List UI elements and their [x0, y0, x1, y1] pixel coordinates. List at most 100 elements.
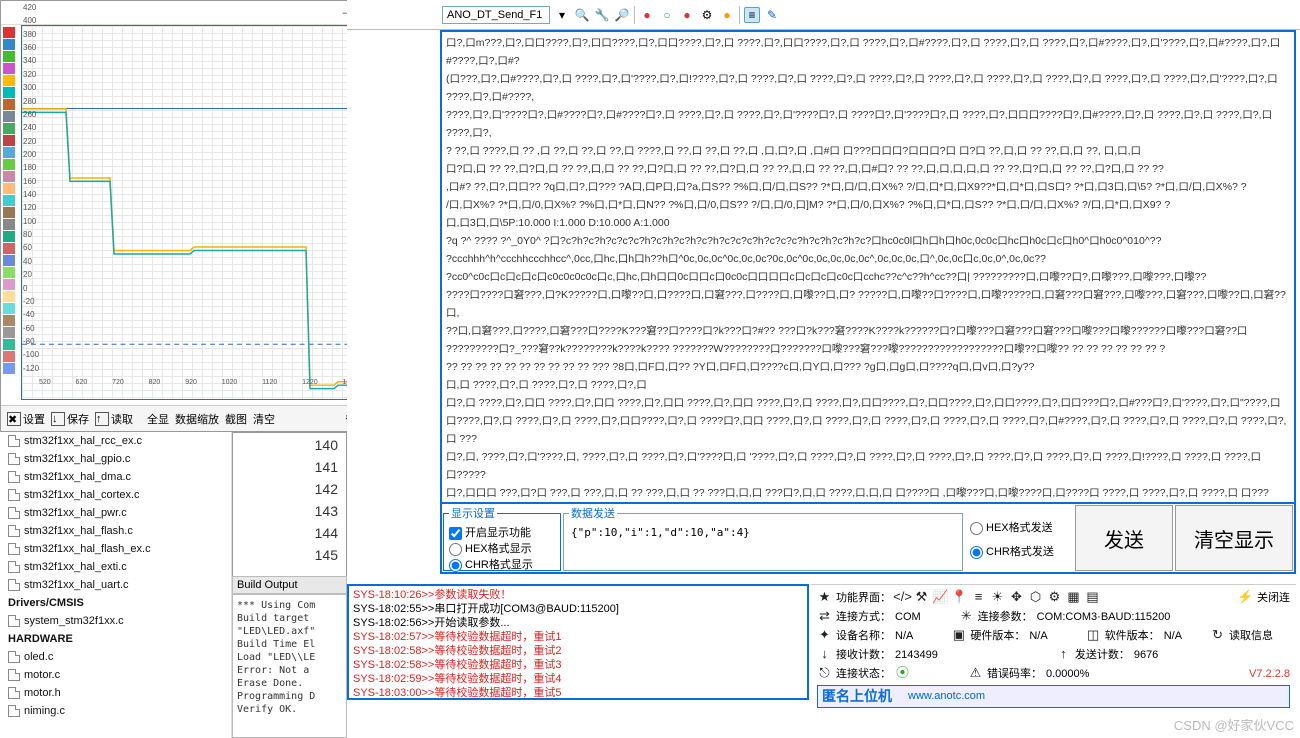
tree-file[interactable]: motor.h — [0, 684, 231, 702]
channel-color-swatch[interactable] — [3, 27, 15, 38]
chr-send-radio[interactable]: CHR格式发送 — [970, 546, 1054, 558]
aperture-icon[interactable]: ⬡ — [1028, 589, 1043, 604]
chart-icon[interactable]: 📈 — [933, 589, 948, 604]
wrench-icon[interactable]: 🔧 — [594, 7, 610, 23]
channel-color-swatch[interactable] — [3, 351, 15, 362]
file-icon — [8, 687, 20, 699]
pin-icon[interactable]: 📍 — [952, 589, 967, 604]
channel-color-swatch[interactable] — [3, 303, 15, 314]
file-icon — [8, 507, 20, 519]
orange-dot-icon[interactable]: ● — [719, 7, 735, 23]
tree-file[interactable]: stm32f1xx_hal_rcc_ex.c — [0, 432, 231, 450]
tree-file[interactable]: stm32f1xx_hal_gpio.c — [0, 450, 231, 468]
wave-clear-button[interactable]: 清空 — [251, 411, 277, 427]
wave-capture-button[interactable]: 截图 — [223, 411, 249, 427]
channel-color-swatch[interactable] — [3, 63, 15, 74]
channel-color-swatch[interactable] — [3, 195, 15, 206]
channel-color-swatch[interactable] — [3, 159, 15, 170]
refresh-icon[interactable]: ↻ — [1210, 627, 1225, 642]
clear-display-button[interactable]: 清空显示 — [1175, 505, 1293, 571]
gear-icon[interactable]: ⚙ — [699, 7, 715, 23]
tree-file[interactable]: motor.c — [0, 666, 231, 684]
channel-color-swatch[interactable] — [3, 279, 15, 290]
ver-icon: ◫ — [1086, 627, 1101, 642]
list-icon[interactable]: ≡ — [744, 7, 760, 23]
tree-file[interactable]: oled.c — [0, 648, 231, 666]
channel-color-swatch[interactable] — [3, 207, 15, 218]
channel-color-swatch[interactable] — [3, 231, 15, 242]
wave-load-button[interactable]: ↑读取 — [93, 411, 135, 427]
search-field[interactable] — [442, 6, 550, 24]
channel-color-swatch[interactable] — [3, 51, 15, 62]
tree-group[interactable]: HARDWARE — [0, 630, 231, 648]
channel-color-swatch[interactable] — [3, 315, 15, 326]
hex-display-radio[interactable]: HEX格式显示 — [449, 543, 532, 555]
tree-file[interactable]: stm32f1xx_hal_flash.c — [0, 522, 231, 540]
host-title: 匿名上位机 — [822, 687, 892, 706]
system-log[interactable]: SYS-18:10:26>>参数读取失败！ SYS-18:02:55>>串口打开… — [347, 584, 809, 700]
host-url-link[interactable]: www.anotc.com — [908, 687, 985, 706]
grid-icon[interactable]: ▦ — [1066, 589, 1081, 604]
tool-icon: ✖ — [7, 412, 21, 426]
table-icon[interactable]: ▤ — [1085, 589, 1100, 604]
channel-color-swatch[interactable] — [3, 111, 15, 122]
wave-zoom-button[interactable]: 数据缩放 — [173, 411, 221, 427]
build-output-title: Build Output — [232, 576, 347, 594]
channel-color-swatch[interactable] — [3, 267, 15, 278]
file-icon — [8, 525, 20, 537]
tree-file[interactable]: system_stm32f1xx.c — [0, 612, 231, 630]
channel-color-swatch[interactable] — [3, 75, 15, 86]
find-icon[interactable]: 🔎 — [614, 7, 630, 23]
channel-color-swatch[interactable] — [3, 123, 15, 134]
search-icon[interactable]: 🔍 — [574, 7, 590, 23]
file-icon — [8, 561, 20, 573]
tree-file[interactable]: stm32f1xx_hal_pwr.c — [0, 504, 231, 522]
channel-color-swatch[interactable] — [3, 135, 15, 146]
tree-file[interactable]: stm32f1xx_hal_uart.c — [0, 576, 231, 594]
bolt-icon[interactable]: ⚡ — [1238, 589, 1253, 604]
edit-icon[interactable]: ✎ — [764, 7, 780, 23]
channel-color-swatch[interactable] — [3, 183, 15, 194]
wave-save-button[interactable]: ↓保存 — [49, 411, 91, 427]
wave-fullscreen-button[interactable]: 全显 — [145, 411, 171, 427]
tree-file[interactable]: niming.c — [0, 702, 231, 720]
channel-color-swatch[interactable] — [3, 99, 15, 110]
send-data-textarea[interactable] — [569, 524, 957, 567]
tree-file[interactable]: stm32f1xx_hal_dma.c — [0, 468, 231, 486]
send-format-group: HEX格式发送 CHR格式发送 — [965, 505, 1073, 571]
main-toolbar: ▾ 🔍 🔧 🔎 ● ○ ● ⚙ ● ≡ ✎ — [347, 0, 1300, 30]
gear2-icon[interactable]: ⚙ — [1047, 589, 1062, 604]
tree-group[interactable]: Drivers/CMSIS — [0, 594, 231, 612]
project-tree[interactable]: stm32f1xx_hal_rcc_ex.cstm32f1xx_hal_gpio… — [0, 432, 232, 738]
channel-color-swatch[interactable] — [3, 219, 15, 230]
send-button[interactable]: 发送 — [1075, 505, 1173, 571]
stop-icon[interactable]: ○ — [659, 7, 675, 23]
channel-color-swatch[interactable] — [3, 255, 15, 266]
hex-send-radio[interactable]: HEX格式发送 — [970, 522, 1053, 534]
chr-display-radio[interactable]: CHR格式显示 — [449, 559, 533, 571]
channel-color-swatch[interactable] — [3, 243, 15, 254]
record-icon[interactable]: ● — [639, 7, 655, 23]
channel-color-swatch[interactable] — [3, 339, 15, 350]
channel-color-swatch[interactable] — [3, 171, 15, 182]
channel-color-swatch[interactable] — [3, 327, 15, 338]
tree-file[interactable]: stm32f1xx_hal_cortex.c — [0, 486, 231, 504]
tree-file[interactable]: stm32f1xx_hal_flash_ex.c — [0, 540, 231, 558]
list2-icon[interactable]: ≡ — [971, 589, 986, 604]
serial-dump[interactable]: 口?,口m???,口?,口口????,口?,口口????,口?,口口????,口… — [442, 32, 1294, 502]
channel-color-swatch[interactable] — [3, 291, 15, 302]
channel-color-swatch[interactable] — [3, 363, 15, 374]
channel-color-swatch[interactable] — [3, 147, 15, 158]
tree-file[interactable]: stm32f1xx_hal_exti.c — [0, 558, 231, 576]
dropdown-icon[interactable]: ▾ — [554, 7, 570, 23]
sun-icon[interactable]: ☀ — [990, 589, 1005, 604]
file-icon — [8, 651, 20, 663]
red-dot-icon[interactable]: ● — [679, 7, 695, 23]
wave-settings-button[interactable]: ✖设置 — [5, 411, 47, 427]
code-icon[interactable]: </> — [895, 589, 910, 604]
channel-color-swatch[interactable] — [3, 87, 15, 98]
tree-icon[interactable]: ⚒ — [914, 589, 929, 604]
move-icon[interactable]: ✥ — [1009, 589, 1024, 604]
channel-color-swatch[interactable] — [3, 39, 15, 50]
enable-display-checkbox[interactable]: 开启显示功能 — [449, 527, 531, 539]
